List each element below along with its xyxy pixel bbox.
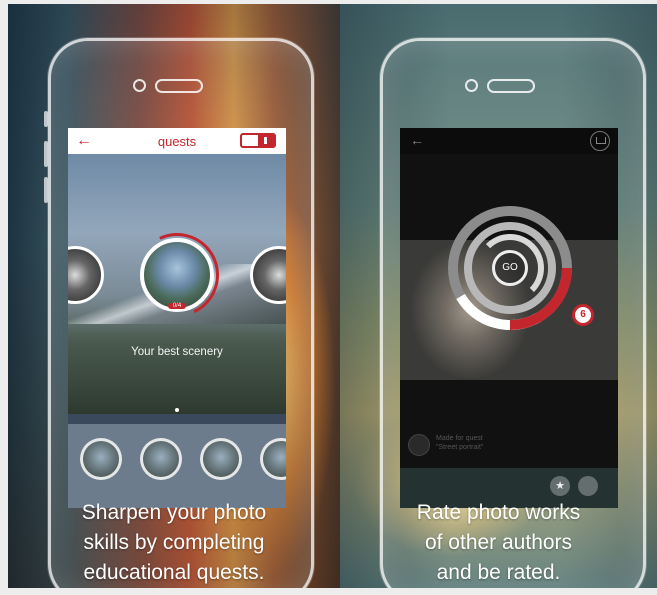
caption-line: Sharpen your photo xyxy=(81,501,267,524)
volume-down-button xyxy=(44,177,48,203)
speaker-grille xyxy=(487,79,535,93)
caption-line: Rate photo works xyxy=(416,501,581,524)
author-line: Made for quest xyxy=(436,435,483,442)
author-row: Made for quest "Street portrait" xyxy=(400,428,618,462)
volume-up-button xyxy=(44,141,48,167)
photo-thumbnail[interactable] xyxy=(260,438,286,480)
quests-screen: ← quests 0/4 Your best scenery xyxy=(68,128,286,508)
photo-thumbnail[interactable] xyxy=(140,438,182,480)
author-info: Made for quest "Street portrait" xyxy=(436,434,483,452)
right-caption: Rate photo works of other authors and be… xyxy=(340,498,657,588)
photo-thumbnail-strip xyxy=(68,424,286,508)
mute-switch xyxy=(44,111,48,127)
back-arrow-icon[interactable]: ← xyxy=(410,132,424,148)
author-line: "Street portrait" xyxy=(436,444,484,451)
quests-top-bar: ← quests xyxy=(68,128,286,154)
share-icon[interactable] xyxy=(590,131,610,151)
camera-icon xyxy=(465,79,478,92)
view-toggle-icon[interactable] xyxy=(240,133,276,148)
rating-value-pin[interactable]: 6 xyxy=(572,304,594,326)
rating-top-bar: ← xyxy=(400,128,618,154)
app-store-screenshots: ← quests 0/4 Your best scenery Sharpen y… xyxy=(0,0,657,595)
quest-title: Your best scenery xyxy=(131,346,223,358)
left-caption: Sharpen your photo skills by completing … xyxy=(8,498,340,588)
star-icon[interactable]: ★ xyxy=(550,476,570,496)
caption-line: of other authors xyxy=(424,531,573,554)
speaker-grille xyxy=(155,79,203,93)
photo-thumbnail[interactable] xyxy=(200,438,242,480)
rating-screen: ← GO 6 Made for quest "Street portrait" xyxy=(400,128,618,508)
left-promo-panel: ← quests 0/4 Your best scenery Sharpen y… xyxy=(8,4,340,588)
go-button[interactable]: GO xyxy=(492,250,528,286)
right-promo-panel: ← GO 6 Made for quest "Street portrait" xyxy=(340,4,657,588)
caption-line: skills by completing xyxy=(83,531,265,554)
photo-thumbnail[interactable] xyxy=(80,438,122,480)
camera-icon xyxy=(133,79,146,92)
caption-line: and be rated. xyxy=(436,561,561,584)
avatar[interactable] xyxy=(408,434,430,456)
caption-line: educational quests. xyxy=(83,561,265,584)
quest-item-selected[interactable]: 0/4 xyxy=(140,238,214,312)
comment-icon[interactable] xyxy=(578,476,598,496)
quest-progress-badge: 0/4 xyxy=(168,303,186,309)
page-indicator-dot xyxy=(175,408,179,412)
